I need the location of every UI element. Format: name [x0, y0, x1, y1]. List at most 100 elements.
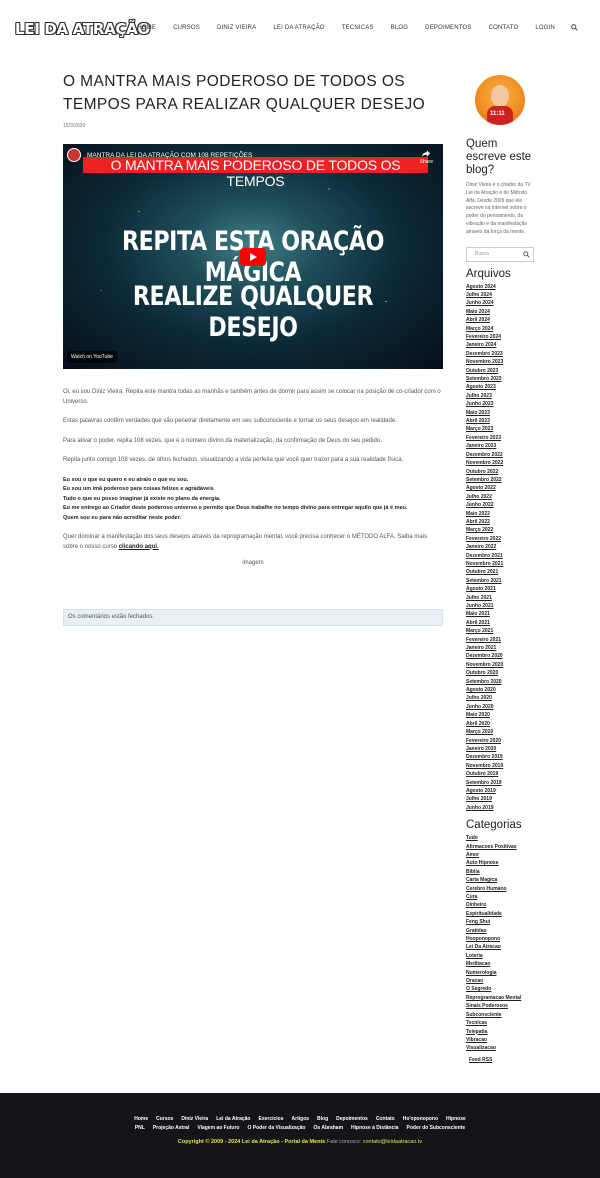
archive-link[interactable]: Novembro 2022	[466, 459, 536, 467]
category-link[interactable]: Dinheiro	[466, 901, 536, 909]
archive-link[interactable]: Dezembro 2019	[466, 753, 536, 761]
archive-link[interactable]: Outubro 2019	[466, 770, 536, 778]
category-link[interactable]: Subconsciente	[466, 1011, 536, 1019]
footer-link[interactable]: Home	[134, 1116, 148, 1122]
footer-link[interactable]: Hipnose à Distância	[351, 1125, 399, 1131]
archive-link[interactable]: Agosto 2022	[466, 484, 536, 492]
footer-link[interactable]: Hipnose	[446, 1116, 466, 1122]
archive-link[interactable]: Maio 2024	[466, 308, 536, 316]
archive-link[interactable]: Agosto 2024	[466, 283, 536, 291]
archive-link[interactable]: Janeiro 2023	[466, 442, 536, 450]
nav-cursos[interactable]: CURSOS	[173, 25, 200, 32]
archive-link[interactable]: Abril 2022	[466, 518, 536, 526]
footer-link[interactable]: O Poder da Visualização	[247, 1125, 305, 1131]
archive-link[interactable]: Junho 2024	[466, 299, 536, 307]
archive-link[interactable]: Dezembro 2022	[466, 451, 536, 459]
archive-link[interactable]: Julho 2019	[466, 795, 536, 803]
archive-link[interactable]: Agosto 2021	[466, 585, 536, 593]
archive-link[interactable]: Novembro 2023	[466, 358, 536, 366]
archive-link[interactable]: Maio 2022	[466, 510, 536, 518]
category-link[interactable]: Cura	[466, 893, 536, 901]
footer-link[interactable]: Os Abraham	[313, 1125, 343, 1131]
archive-link[interactable]: Agosto 2020	[466, 686, 536, 694]
archive-link[interactable]: Dezembro 2020	[466, 652, 536, 660]
archive-link[interactable]: Maio 2023	[466, 409, 536, 417]
cta-link[interactable]: clicando aqui.	[119, 544, 159, 550]
archive-link[interactable]: Fevereiro 2024	[466, 333, 536, 341]
channel-avatar[interactable]	[67, 148, 81, 162]
video-title[interactable]: MANTRA DA LEI DA ATRAÇÃO COM 108 REPETIÇ…	[87, 152, 252, 159]
footer-link[interactable]: Lei da Atração	[216, 1116, 250, 1122]
nav-lei-da-atracao[interactable]: LEI DA ATRAÇÃO	[273, 25, 324, 32]
archive-link[interactable]: Abril 2020	[466, 720, 536, 728]
footer-link[interactable]: Poder do Subconsciente	[407, 1125, 466, 1131]
archive-link[interactable]: Maio 2021	[466, 610, 536, 618]
archive-link[interactable]: Janeiro 2024	[466, 341, 536, 349]
footer-link[interactable]: Diniz Vieira	[181, 1116, 208, 1122]
archive-link[interactable]: Janeiro 2022	[466, 543, 536, 551]
nav-login[interactable]: LOGIN	[535, 25, 555, 32]
nav-blog[interactable]: BLOG	[391, 25, 408, 32]
archive-link[interactable]: Março 2024	[466, 325, 536, 333]
play-button[interactable]	[240, 248, 266, 266]
archive-link[interactable]: Agosto 2019	[466, 787, 536, 795]
category-link[interactable]: Sinais Poderosos	[466, 1002, 536, 1010]
category-link[interactable]: Meditacao	[466, 960, 536, 968]
category-link[interactable]: Afirmacoes Positivas	[466, 843, 536, 851]
category-link[interactable]: Amor	[466, 851, 536, 859]
archive-link[interactable]: Outubro 2022	[466, 468, 536, 476]
nav-tecnicas[interactable]: TECNICAS	[342, 25, 374, 32]
nav-depoimentos[interactable]: DEPOIMENTOS	[425, 25, 471, 32]
archive-link[interactable]: Novembro 2020	[466, 661, 536, 669]
archive-link[interactable]: Novembro 2019	[466, 762, 536, 770]
archive-link[interactable]: Julho 2023	[466, 392, 536, 400]
watch-on-youtube-button[interactable]: Watch on YouTube	[67, 351, 117, 363]
archive-link[interactable]: Abril 2024	[466, 316, 536, 324]
archive-link[interactable]: Setembro 2022	[466, 476, 536, 484]
footer-link[interactable]: Exercícios	[259, 1116, 284, 1122]
footer-link[interactable]: Ho'oponopono	[403, 1116, 438, 1122]
archive-link[interactable]: Junho 2023	[466, 400, 536, 408]
category-link[interactable]: Espiritualidade	[466, 910, 536, 918]
archive-link[interactable]: Abril 2021	[466, 619, 536, 627]
archive-link[interactable]: Julho 2022	[466, 493, 536, 501]
category-link[interactable]: Oracao	[466, 977, 536, 985]
footer-link[interactable]: Projeção Astral	[153, 1125, 190, 1131]
category-link[interactable]: Lei Da Atracao	[466, 943, 536, 951]
footer-link[interactable]: Cursos	[156, 1116, 173, 1122]
category-link[interactable]: Biblia	[466, 868, 536, 876]
category-link[interactable]: Reprogramacao Mental	[466, 994, 536, 1002]
archive-link[interactable]: Junho 2019	[466, 804, 536, 812]
category-link[interactable]: Auto Hipnose	[466, 859, 536, 867]
contact-email[interactable]: contato@leidaatracao.tv	[363, 1139, 422, 1145]
category-link[interactable]: Loteria	[466, 952, 536, 960]
archive-link[interactable]: Junho 2022	[466, 501, 536, 509]
archive-link[interactable]: Setembro 2023	[466, 375, 536, 383]
archive-link[interactable]: Abril 2023	[466, 417, 536, 425]
footer-link[interactable]: Blog	[317, 1116, 328, 1122]
search-icon[interactable]	[571, 24, 578, 31]
footer-link[interactable]: PNL	[135, 1125, 145, 1131]
category-link[interactable]: Telepatia	[466, 1028, 536, 1036]
archive-link[interactable]: Fevereiro 2021	[466, 636, 536, 644]
archive-link[interactable]: Março 2020	[466, 728, 536, 736]
archive-link[interactable]: Dezembro 2023	[466, 350, 536, 358]
archive-link[interactable]: Setembro 2019	[466, 779, 536, 787]
archive-link[interactable]: Março 2022	[466, 526, 536, 534]
category-link[interactable]: O Segredo	[466, 985, 536, 993]
category-link[interactable]: Hooponopono	[466, 935, 536, 943]
category-link[interactable]: Visualizacao	[466, 1044, 536, 1052]
category-link[interactable]: Cerebro Humano	[466, 885, 536, 893]
search-icon[interactable]	[523, 250, 530, 258]
archive-link[interactable]: Fevereiro 2023	[466, 434, 536, 442]
archive-link[interactable]: Fevereiro 2020	[466, 737, 536, 745]
nav-diniz-vieira[interactable]: DINIZ VIEIRA	[217, 25, 256, 32]
category-link[interactable]: Tecnicas	[466, 1019, 536, 1027]
archive-link[interactable]: Julho 2020	[466, 694, 536, 702]
youtube-video-embed[interactable]: O MANTRA MAIS PODEROSO DE TODOS OS TEMPO…	[63, 144, 443, 369]
category-link[interactable]: Vibracao	[466, 1036, 536, 1044]
archive-link[interactable]: Março 2023	[466, 425, 536, 433]
archive-link[interactable]: Março 2021	[466, 627, 536, 635]
archive-link[interactable]: Janeiro 2021	[466, 644, 536, 652]
category-link[interactable]: Tudo	[466, 834, 536, 842]
